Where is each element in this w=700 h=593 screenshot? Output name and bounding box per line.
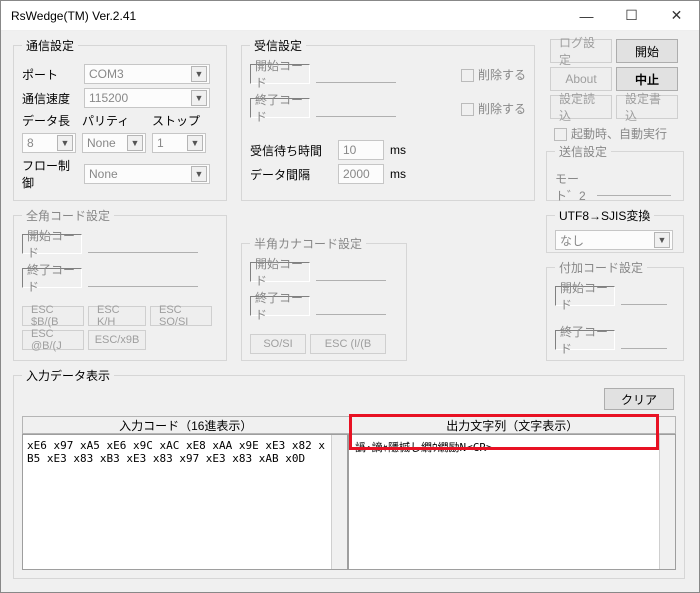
log-settings-button[interactable]: ログ設定	[550, 39, 612, 63]
recv-interval-input[interactable]: 2000	[338, 164, 384, 184]
recv-del1-checkbox[interactable]: 削除する	[461, 66, 526, 83]
chevron-down-icon: ▼	[127, 135, 143, 151]
chevron-down-icon: ▼	[654, 232, 670, 248]
han-start-input[interactable]	[316, 263, 386, 281]
zenkaku-code-group: 全角コード設定 開始コード 終了コード ESC $B/(B ESC K/H ES…	[13, 207, 227, 361]
startup-autorun-checkbox[interactable]: 起動時、自動実行	[554, 125, 667, 142]
scrollbar[interactable]	[659, 435, 675, 569]
stop-label: ストップ	[152, 112, 200, 129]
append-end-label: 終了コード	[555, 330, 615, 350]
zen-start-label: 開始コード	[22, 234, 82, 254]
chevron-down-icon: ▼	[57, 135, 73, 151]
checkbox-icon	[461, 103, 474, 116]
left-col-header: 入力コード（16進表示）	[23, 417, 349, 433]
input-data-display-group: 入力データ表示 クリア 入力コード（16進表示） 出力文字列（文字表示） xE6…	[13, 367, 685, 579]
comm-settings-group: 通信設定 ポート COM3▼ 通信速度 115200▼ データ長 パリティ スト…	[13, 37, 227, 201]
about-button[interactable]: About	[550, 67, 612, 91]
parity-select[interactable]: None▼	[82, 133, 146, 153]
zen-end-label: 終了コード	[22, 268, 82, 288]
chevron-down-icon: ▼	[187, 135, 203, 151]
chevron-down-icon: ▼	[191, 166, 207, 182]
zen-start-input[interactable]	[88, 235, 198, 253]
baud-label: 通信速度	[22, 90, 78, 107]
send-mode-input[interactable]	[597, 178, 671, 196]
datalen-label: データ長	[22, 112, 82, 129]
settings-read-button[interactable]: 設定読込	[550, 95, 612, 119]
han-btn-escib[interactable]: ESC (I/(B	[310, 334, 386, 354]
chevron-down-icon: ▼	[191, 90, 207, 106]
close-button[interactable]: ✕	[654, 1, 699, 31]
recv-legend: 受信設定	[250, 37, 306, 54]
stop-button[interactable]: 中止	[616, 67, 678, 91]
checkbox-icon	[461, 69, 474, 82]
stop-select[interactable]: 1▼	[152, 133, 206, 153]
zen-btn-atb[interactable]: ESC @B/(J	[22, 330, 84, 350]
append-code-group: 付加コード設定 開始コード 終了コード	[546, 259, 684, 361]
send-mode-label: モート゛2	[555, 170, 591, 204]
minimize-button[interactable]: —	[564, 1, 609, 31]
flow-label: フロー制御	[22, 157, 78, 191]
port-label: ポート	[22, 66, 78, 83]
comm-legend: 通信設定	[22, 37, 78, 54]
disp-legend: 入力データ表示	[22, 367, 114, 384]
datalen-select[interactable]: 8▼	[22, 133, 76, 153]
zen-btn-sosi[interactable]: ESC SO/SI	[150, 306, 212, 326]
recv-start-code-input[interactable]	[316, 65, 396, 83]
utf8-group: UTF8→SJIS変換 なし▼	[546, 207, 684, 253]
checkbox-icon	[554, 128, 567, 141]
parity-label: パリティ	[82, 112, 152, 129]
start-button[interactable]: 開始	[616, 39, 678, 63]
baud-select[interactable]: 115200▼	[84, 88, 210, 108]
utf8-legend: UTF8→SJIS変換	[555, 207, 654, 224]
recv-settings-group: 受信設定 開始コード 削除する 終了コード 削除する 受信待ち時間 10 ms …	[241, 37, 535, 201]
recv-del2-checkbox[interactable]: 削除する	[461, 100, 526, 117]
append-start-label: 開始コード	[555, 286, 615, 306]
han-end-input[interactable]	[316, 297, 386, 315]
hankaku-code-group: 半角カナコード設定 開始コード 終了コード SO/SI ESC (I/(B	[241, 235, 407, 361]
han-btn-sosi[interactable]: SO/SI	[250, 334, 306, 354]
recv-end-code-label: 終了コード	[250, 98, 310, 118]
clear-button[interactable]: クリア	[604, 388, 674, 410]
zen-btn-escb[interactable]: ESC $B/(B	[22, 306, 84, 326]
utf8-select[interactable]: なし▼	[555, 230, 673, 250]
titlebar: RsWedge(TM) Ver.2.41 — ☐ ✕	[1, 1, 699, 31]
send-legend: 送信設定	[555, 143, 611, 160]
window-title: RsWedge(TM) Ver.2.41	[11, 9, 564, 23]
input-code-area[interactable]: xE6 x97 xA5 xE6 x9C xAC xE8 xAA x9E xE3 …	[22, 434, 348, 570]
zen-btn-kh[interactable]: ESC K/H	[88, 306, 146, 326]
append-legend: 付加コード設定	[555, 259, 647, 276]
flow-select[interactable]: None▼	[84, 164, 210, 184]
scrollbar[interactable]	[331, 435, 347, 569]
han-end-label: 終了コード	[250, 296, 310, 316]
recv-wait-input[interactable]: 10	[338, 140, 384, 160]
append-start-input[interactable]	[621, 287, 667, 305]
han-legend: 半角カナコード設定	[250, 235, 366, 252]
chevron-down-icon: ▼	[191, 66, 207, 82]
settings-write-button[interactable]: 設定書込	[616, 95, 678, 119]
send-settings-group: 送信設定 モート゛2 調整値 20	[546, 143, 684, 201]
zen-legend: 全角コード設定	[22, 207, 114, 224]
recv-interval-label: データ間隔	[250, 166, 332, 183]
recv-interval-unit: ms	[390, 167, 406, 181]
han-start-label: 開始コード	[250, 262, 310, 282]
recv-wait-unit: ms	[390, 143, 406, 157]
recv-start-code-label: 開始コード	[250, 64, 310, 84]
zen-btn-x9b[interactable]: ESC/x9B	[88, 330, 146, 350]
annotation-highlight	[349, 414, 659, 450]
port-select[interactable]: COM3▼	[84, 64, 210, 84]
recv-wait-label: 受信待ち時間	[250, 142, 332, 159]
zen-end-input[interactable]	[88, 269, 198, 287]
recv-end-code-input[interactable]	[316, 99, 396, 117]
output-string-area[interactable]: 譌･謫ｬ隱槭し繝ｳ繝励Ν<CR>	[348, 434, 676, 570]
maximize-button[interactable]: ☐	[609, 1, 654, 31]
append-end-input[interactable]	[621, 331, 667, 349]
